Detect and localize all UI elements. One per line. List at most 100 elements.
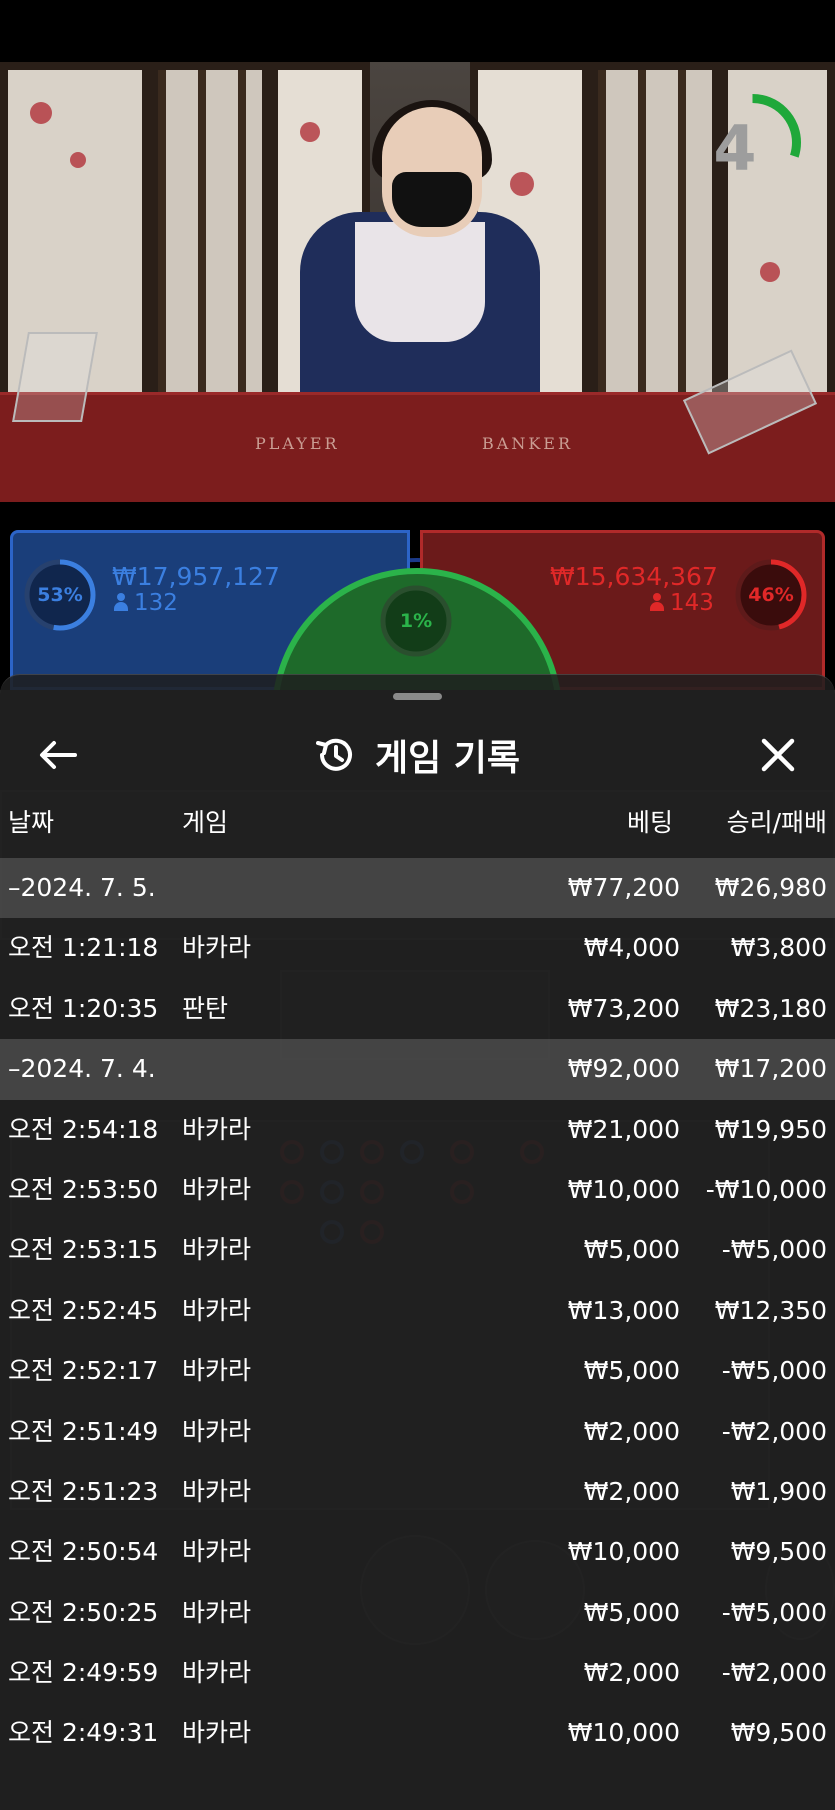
history-entry-row: 오전 2:50:25 바카라 ₩5,000 -₩5,000 xyxy=(0,1583,835,1643)
history-entry-row: 오전 2:53:50 바카라 ₩10,000 -₩10,000 xyxy=(0,1160,835,1220)
blossom-decoration xyxy=(30,102,52,124)
result-cell: ₩3,800 xyxy=(730,933,827,963)
blossom-decoration xyxy=(760,262,780,282)
history-entry-row: 오전 1:20:35 판탄 ₩73,200 ₩23,180 xyxy=(0,979,835,1039)
time-cell: 오전 1:20:35 xyxy=(8,993,159,1023)
game-cell: 바카라 xyxy=(182,1476,252,1506)
result-cell: ₩19,950 xyxy=(714,1114,827,1144)
history-entry-row: 오전 2:54:18 바카라 ₩21,000 ₩19,950 xyxy=(0,1100,835,1160)
player-bet-amount: ₩17,957,127 xyxy=(112,562,280,591)
history-entry-row: 오전 2:49:31 바카라 ₩10,000 ₩9,500 xyxy=(0,1703,835,1763)
column-header-date: 날짜 xyxy=(8,808,55,837)
time-cell: 오전 2:50:25 xyxy=(8,1597,159,1627)
time-cell: 오전 2:50:54 xyxy=(8,1537,159,1567)
time-cell: 오전 2:52:17 xyxy=(8,1356,159,1386)
folding-screen-panel xyxy=(150,62,270,402)
bet-cell: ₩2,000 xyxy=(583,1658,680,1688)
game-cell: 바카라 xyxy=(182,1718,252,1748)
history-entry-row: 오전 2:53:15 바카라 ₩5,000 -₩5,000 xyxy=(0,1220,835,1280)
game-cell: 바카라 xyxy=(182,1295,252,1325)
game-cell: 바카라 xyxy=(182,1356,252,1386)
game-cell: 바카라 xyxy=(182,1416,252,1446)
bet-cell: ₩10,000 xyxy=(567,1537,680,1567)
result-cell: -₩2,000 xyxy=(721,1658,827,1688)
result-cell: -₩5,000 xyxy=(721,1597,827,1627)
banker-bet-count: 143 xyxy=(650,590,714,616)
bet-cell: ₩2,000 xyxy=(583,1416,680,1446)
game-cell: 판탄 xyxy=(182,993,229,1023)
result-cell: ₩9,500 xyxy=(730,1537,827,1567)
history-entry-row: 오전 2:52:17 바카라 ₩5,000 -₩5,000 xyxy=(0,1341,835,1401)
game-cell: 바카라 xyxy=(182,1114,252,1144)
result-cell: -₩5,000 xyxy=(721,1235,827,1265)
result-cell: ₩23,180 xyxy=(714,993,827,1023)
bet-cell: ₩73,200 xyxy=(567,993,680,1023)
player-bet-count: 132 xyxy=(114,590,178,616)
time-cell: 오전 1:21:18 xyxy=(8,933,159,963)
close-button[interactable] xyxy=(748,725,808,785)
player-felt-label: PLAYER xyxy=(255,434,340,453)
result-cell: -₩2,000 xyxy=(721,1416,827,1446)
column-header-bet: 베팅 xyxy=(626,808,673,837)
history-date-group-row[interactable]: –2024. 7. 5. ₩77,200 ₩26,980 xyxy=(0,858,835,919)
game-cell: 바카라 xyxy=(182,1597,252,1627)
bet-cell: ₩10,000 xyxy=(567,1174,680,1204)
bet-cell: ₩5,000 xyxy=(583,1356,680,1386)
player-bet-count-value: 132 xyxy=(134,590,178,616)
dealer-shirt xyxy=(355,222,485,342)
result-cell: ₩1,900 xyxy=(730,1476,827,1506)
bet-cell: ₩13,000 xyxy=(567,1295,680,1325)
game-cell: 바카라 xyxy=(182,1235,252,1265)
bet-cell: ₩77,200 xyxy=(567,873,680,902)
bet-cell: ₩92,000 xyxy=(567,1054,680,1084)
sheet-header: 게임 기록 xyxy=(0,715,835,795)
history-icon xyxy=(315,738,352,771)
date-cell: –2024. 7. 4. xyxy=(8,1054,156,1084)
time-cell: 오전 2:53:50 xyxy=(8,1174,159,1204)
time-cell: 오전 2:49:31 xyxy=(8,1718,159,1748)
bet-cell: ₩4,000 xyxy=(583,933,680,963)
blossom-decoration xyxy=(510,172,534,196)
blossom-decoration xyxy=(70,152,86,168)
back-button[interactable] xyxy=(28,725,88,785)
banker-percent: 46% xyxy=(748,584,794,606)
history-entry-row: 오전 2:51:49 바카라 ₩2,000 -₩2,000 xyxy=(0,1402,835,1462)
result-cell: -₩5,000 xyxy=(721,1356,827,1386)
status-bar xyxy=(0,0,835,62)
history-entry-row: 오전 1:21:18 바카라 ₩4,000 ₩3,800 xyxy=(0,918,835,978)
result-cell: -₩10,000 xyxy=(705,1174,827,1204)
game-cell: 바카라 xyxy=(182,933,252,963)
game-cell: 바카라 xyxy=(182,1537,252,1567)
bet-cell: ₩10,000 xyxy=(567,1718,680,1748)
result-cell: ₩26,980 xyxy=(714,873,827,902)
banker-bet-amount: ₩15,634,367 xyxy=(550,562,718,591)
arrow-left-icon xyxy=(40,741,77,769)
history-table: –2024. 7. 5. ₩77,200 ₩26,980 오전 1:21:18 바카라 ₩… xyxy=(0,858,835,1764)
dealer-mask xyxy=(392,172,472,227)
result-cell: ₩9,500 xyxy=(730,1718,827,1748)
bet-cell: ₩2,000 xyxy=(583,1476,680,1506)
game-history-sheet: 게임 기록 날짜 게임 베팅 승리/패배 –2024. 7. 5. ₩77,200… xyxy=(0,674,835,1810)
user-icon xyxy=(114,593,128,611)
time-cell: 오전 2:51:49 xyxy=(8,1416,159,1446)
time-cell: 오전 2:54:18 xyxy=(8,1114,159,1144)
history-entry-row: 오전 2:52:45 바카라 ₩13,000 ₩12,350 xyxy=(0,1281,835,1341)
time-cell: 오전 2:49:59 xyxy=(8,1658,159,1688)
result-cell: ₩17,200 xyxy=(714,1054,827,1084)
banker-bet-count-value: 143 xyxy=(670,590,714,616)
time-cell: 오전 2:51:23 xyxy=(8,1476,159,1506)
banker-felt-label: BANKER xyxy=(482,434,573,453)
user-icon xyxy=(650,593,664,611)
history-entry-row: 오전 2:51:23 바카라 ₩2,000 ₩1,900 xyxy=(0,1462,835,1522)
history-date-group-row[interactable]: –2024. 7. 4. ₩92,000 ₩17,200 xyxy=(0,1039,835,1100)
sheet-drag-handle[interactable] xyxy=(393,693,442,700)
player-percent: 53% xyxy=(37,584,83,606)
bet-cell: ₩5,000 xyxy=(583,1235,680,1265)
column-header-game: 게임 xyxy=(182,808,229,837)
column-header-result: 승리/패배 xyxy=(726,808,827,837)
countdown-timer-value: 4 xyxy=(713,112,757,185)
tie-percent: 1% xyxy=(399,610,433,632)
close-icon xyxy=(761,738,795,772)
date-cell: –2024. 7. 5. xyxy=(8,873,156,902)
history-entry-row: 오전 2:50:54 바카라 ₩10,000 ₩9,500 xyxy=(0,1522,835,1582)
